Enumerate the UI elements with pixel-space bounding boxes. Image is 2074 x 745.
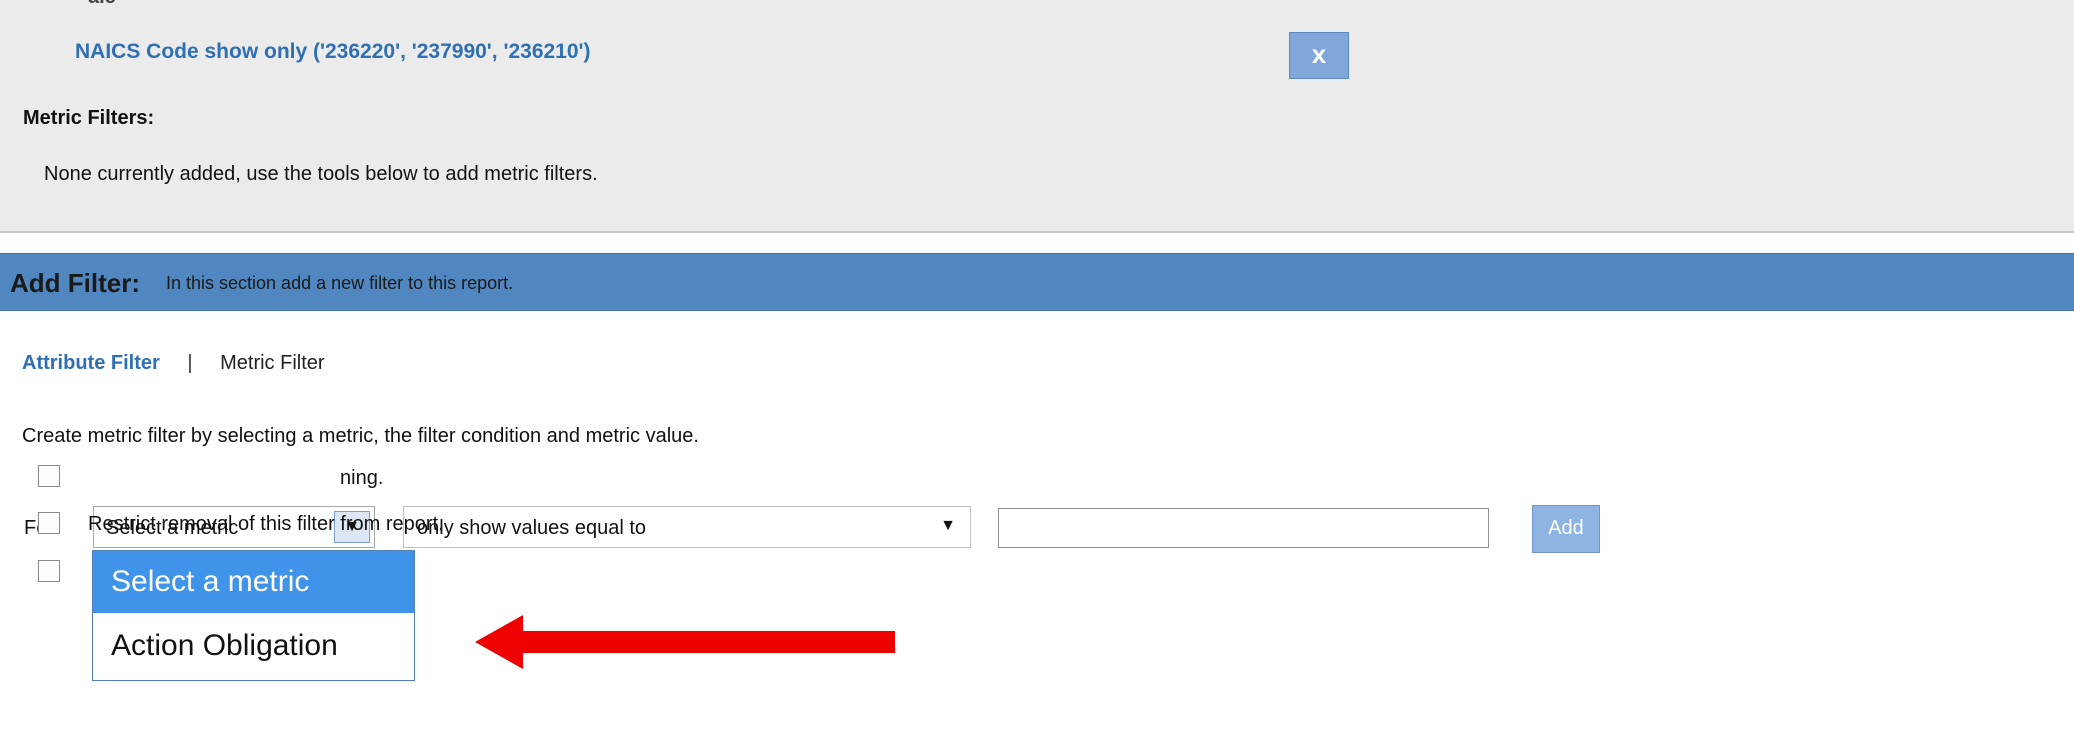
dropdown-option-action-obligation[interactable]: Action Obligation xyxy=(93,615,414,677)
metric-dropdown-list: Select a metric Action Obligation xyxy=(92,550,415,681)
add-filter-description: In this section add a new filter to this… xyxy=(166,273,514,293)
checkbox-1[interactable] xyxy=(38,465,60,487)
remove-filter-button[interactable]: x xyxy=(1289,32,1349,79)
tab-metric-filter[interactable]: Metric Filter xyxy=(220,352,324,374)
add-filter-header: Add Filter: In this section add a new fi… xyxy=(0,253,2074,311)
checkbox-1-label: ning. xyxy=(340,467,384,489)
add-filter-button[interactable]: Add xyxy=(1532,505,1600,553)
condition-select-value: only show values equal to xyxy=(417,517,647,539)
metric-filters-empty-message: None currently added, use the tools belo… xyxy=(44,163,598,185)
dropdown-option-select-a-metric[interactable]: Select a metric xyxy=(93,551,414,613)
close-icon: x xyxy=(1311,39,1327,69)
add-filter-title: Add Filter: xyxy=(10,268,140,298)
condition-select[interactable]: only show values equal to ▼ xyxy=(403,506,971,548)
checkbox-3[interactable] xyxy=(38,560,60,582)
metric-value-input[interactable] xyxy=(998,508,1489,548)
red-arrow-annotation xyxy=(475,615,895,669)
checkbox-restrict-removal-label: Restrict removal of this filter from rep… xyxy=(88,513,444,535)
tab-attribute-filter[interactable]: Attribute Filter xyxy=(22,352,160,374)
naics-filter-label[interactable]: NAICS Code show only ('236220', '237990'… xyxy=(75,40,591,64)
tab-separator: | xyxy=(187,352,193,374)
metric-filter-instructions: Create metric filter by selecting a metr… xyxy=(22,425,699,447)
chevron-down-icon: ▼ xyxy=(940,517,956,534)
cut-off-text: a.e xyxy=(88,0,116,9)
arrow-icon xyxy=(475,615,895,669)
current-filters-panel: a.e NAICS Code show only ('236220', '237… xyxy=(0,0,2074,233)
metric-filters-heading: Metric Filters: xyxy=(23,107,155,129)
filter-type-tabs: Attribute Filter | Metric Filter xyxy=(22,352,325,375)
checkbox-restrict-removal[interactable] xyxy=(38,512,60,534)
